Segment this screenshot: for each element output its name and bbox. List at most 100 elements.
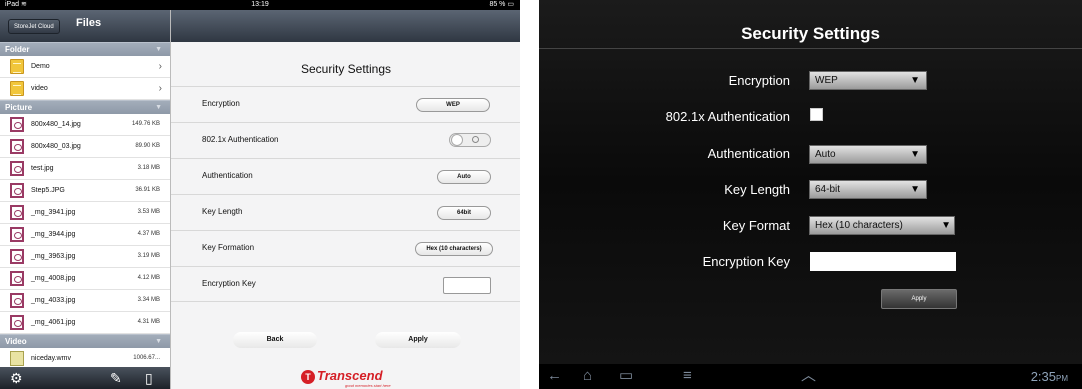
menu-icon[interactable]: ≡ (683, 368, 692, 384)
transcend-wordmark: Transcend (317, 368, 383, 383)
chevron-down-icon: ▼ (155, 46, 162, 53)
battery-status: 85 % ▭ (489, 1, 514, 8)
auth8021x-checkbox[interactable] (810, 108, 823, 121)
page-title: Security Settings (741, 24, 880, 43)
sidebar-header: StoreJet Cloud Files (0, 10, 170, 42)
file-item[interactable]: _mg_3944.jpg 4.37 MB (0, 224, 170, 246)
encryption-value: WEP (815, 75, 838, 86)
encryption-select[interactable]: WEP ▼ (809, 71, 927, 90)
key-format-value: Hex (10 characters) (815, 220, 903, 231)
encryption-key-label: Encryption Key (702, 254, 790, 269)
picture-icon (10, 249, 24, 264)
encryption-key-input[interactable] (443, 277, 491, 294)
back-button[interactable]: Back (233, 332, 317, 348)
authentication-select[interactable]: Auto ▼ (809, 145, 927, 164)
key-length-row: Key Length 64bit (171, 194, 520, 230)
key-formation-row: Key Formation Hex (10 characters) (171, 230, 520, 266)
encryption-key-input[interactable] (810, 252, 956, 271)
key-format-label: Key Format (722, 218, 790, 233)
file-item[interactable]: test.jpg 3.18 MB (0, 158, 170, 180)
picture-icon (10, 227, 24, 242)
file-item[interactable]: _mg_3941.jpg 3.53 MB (0, 202, 170, 224)
key-length-value: 64-bit (815, 184, 841, 195)
auth8021x-toggle[interactable] (449, 133, 491, 147)
dropdown-arrow-icon: ▼ (941, 220, 951, 231)
apply-button[interactable]: Apply (375, 332, 461, 348)
file-item[interactable]: _mg_4033.jpg 3.34 MB (0, 290, 170, 312)
picture-icon (10, 293, 24, 308)
picture-icon (10, 205, 24, 220)
picture-icon (10, 117, 24, 132)
chevron-right-icon: › (158, 83, 162, 94)
files-title: Files (76, 17, 102, 29)
authentication-row: Authentication Auto (171, 158, 520, 194)
chevron-up-icon[interactable]: ︿ (801, 368, 816, 384)
key-length-label: Key Length (202, 207, 243, 216)
settings-panel: Security Settings Encryption WEP 802.1x … (170, 10, 520, 389)
key-length-select[interactable]: 64bit (437, 206, 491, 220)
comparison-screenshot: iPad ≋ 13:19 85 % ▭ StoreJet Cloud Files… (0, 0, 1082, 389)
ipad-screen: iPad ≋ 13:19 85 % ▭ StoreJet Cloud Files… (0, 0, 520, 389)
folder-item[interactable]: video › (0, 78, 170, 100)
authentication-label: Authentication (202, 171, 253, 180)
encryption-key-label: Encryption Key (202, 279, 256, 288)
key-length-select[interactable]: 64-bit ▼ (809, 180, 927, 199)
section-picture[interactable]: Picture ▼ (0, 100, 170, 114)
authentication-value: Auto (815, 149, 836, 160)
status-time: 13:19 (251, 1, 269, 8)
apply-button[interactable]: Apply (881, 289, 957, 309)
file-item[interactable]: _mg_3963.jpg 3.19 MB (0, 246, 170, 268)
section-video[interactable]: Video ▼ (0, 334, 170, 348)
encryption-label: Encryption (202, 99, 240, 108)
toggle-off-icon (472, 136, 479, 143)
encryption-row: Encryption WEP (171, 86, 520, 122)
file-item[interactable]: _mg_4008.jpg 4.12 MB (0, 268, 170, 290)
status-clock: 2:35PM (1030, 369, 1068, 384)
picture-icon (10, 183, 24, 198)
picture-icon (10, 139, 24, 154)
title-divider (539, 48, 1082, 49)
video-icon (10, 351, 24, 366)
key-format-select[interactable]: Hex (10 characters) ▼ (809, 216, 955, 235)
dropdown-arrow-icon: ▼ (910, 149, 920, 160)
auth8021x-label: 802.1x Authentication (202, 135, 279, 144)
battery-icon: ▭ (507, 1, 514, 8)
files-sidebar: StoreJet Cloud Files Folder ▼ Demo › video… (0, 10, 170, 389)
file-item[interactable]: 800x480_03.jpg 89.90 KB (0, 136, 170, 158)
auth8021x-label: 802.1x Authentication (665, 109, 790, 124)
status-bar: iPad ≋ 13:19 85 % ▭ (0, 0, 520, 10)
authentication-label: Authentication (707, 146, 790, 161)
folder-icon (10, 81, 24, 96)
file-item[interactable]: Step5.JPG 36.91 KB (0, 180, 170, 202)
dropdown-arrow-icon: ▼ (910, 184, 920, 195)
file-item[interactable]: _mg_4061.jpg 4.31 MB (0, 312, 170, 334)
authentication-select[interactable]: Auto (437, 170, 491, 184)
encryption-key-row: Encryption Key (171, 266, 520, 302)
auth8021x-row: 802.1x Authentication (171, 122, 520, 158)
transcend-logo: T Transcend good memories start here (301, 368, 411, 389)
recent-apps-icon[interactable]: ▭ (619, 368, 633, 384)
transcend-tagline: good memories start here (345, 383, 391, 388)
key-formation-label: Key Formation (202, 243, 255, 252)
dropdown-arrow-icon: ▼ (910, 75, 920, 86)
file-item[interactable]: 800x480_14.jpg 149.76 KB (0, 114, 170, 136)
key-formation-select[interactable]: Hex (10 characters) (415, 242, 493, 256)
back-icon[interactable]: ← (547, 368, 562, 384)
bottom-toolbar: ⚙ ✎ ▯ (0, 367, 170, 389)
chevron-right-icon: › (158, 61, 162, 72)
picture-icon (10, 271, 24, 286)
edit-icon[interactable]: ✎ (110, 370, 122, 386)
encryption-label: Encryption (728, 73, 790, 88)
folder-icon (10, 59, 24, 74)
storejet-cloud-button[interactable]: StoreJet Cloud (8, 19, 60, 34)
gear-icon[interactable]: ⚙ (10, 370, 23, 386)
home-icon[interactable]: ⌂ (583, 368, 592, 384)
chevron-down-icon: ▼ (155, 104, 162, 111)
encryption-select[interactable]: WEP (416, 98, 490, 112)
page-title: Security Settings (300, 62, 392, 76)
picture-icon (10, 315, 24, 330)
phone-icon[interactable]: ▯ (145, 370, 153, 386)
settings-navbar (171, 10, 520, 42)
folder-item[interactable]: Demo › (0, 56, 170, 78)
section-folder[interactable]: Folder ▼ (0, 42, 170, 56)
